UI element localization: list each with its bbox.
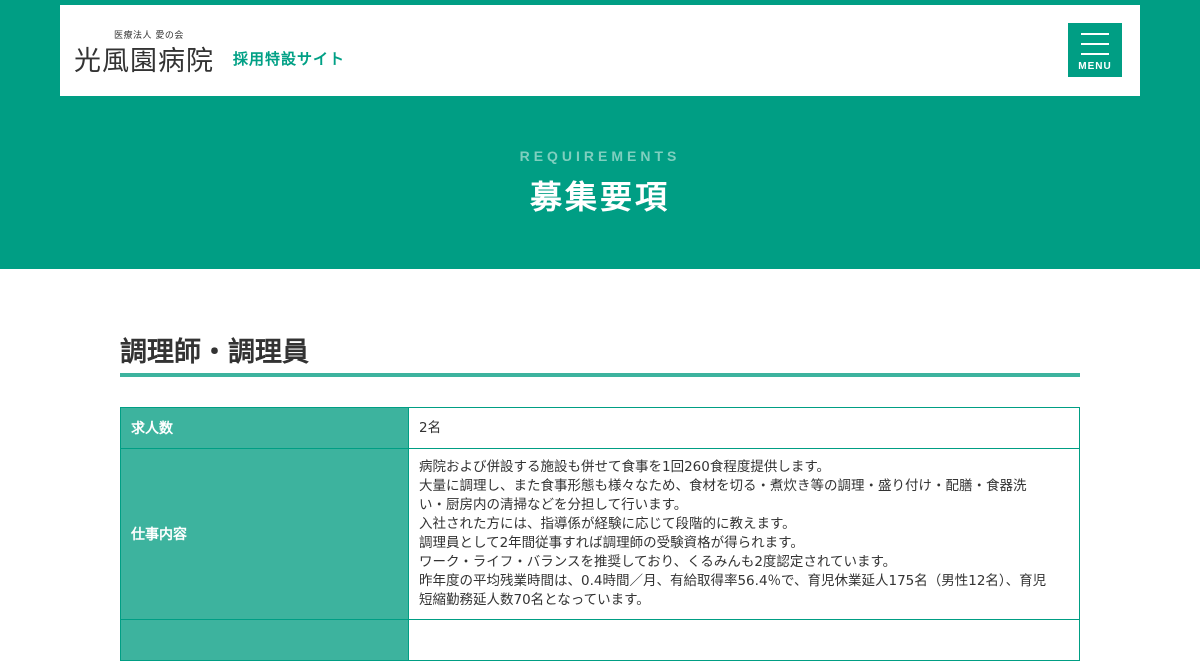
row-label-job-description: 仕事内容 bbox=[120, 448, 409, 620]
requirements-table: 求人数 2名 仕事内容 病院および併設する施設も併せて食事を1回260食程度提供… bbox=[120, 407, 1080, 661]
hamburger-icon-bar bbox=[1081, 53, 1109, 55]
row-label-openings: 求人数 bbox=[120, 407, 409, 449]
cell-line: 病院および併設する施設も併せて食事を1回260食程度提供します。 bbox=[419, 459, 831, 475]
cell-line: 昨年度の平均残業時間は、0.4時間／月、有給取得率56.4％で、育児休業延人17… bbox=[419, 573, 1047, 589]
cell-line: い・厨房内の清掃などを分担して行います。 bbox=[419, 497, 688, 513]
page-subtitle-en: REQUIREMENTS bbox=[519, 148, 681, 164]
row-value-job-description: 病院および併設する施設も併せて食事を1回260食程度提供します。 大量に調理し、… bbox=[408, 448, 1080, 620]
row-value-openings: 2名 bbox=[408, 407, 1080, 449]
cell-line: 調理員として2年間従事すれば調理師の受験資格が得られます。 bbox=[419, 535, 804, 551]
logo-hospital-name: 光風園病院 bbox=[74, 46, 214, 77]
menu-label: MENU bbox=[1078, 61, 1112, 72]
cell-line: 短縮勤務延人数70名となっています。 bbox=[419, 592, 650, 608]
cell-line: 2名 bbox=[419, 419, 442, 436]
cell-line: 大量に調理し、また食事形態も様々なため、食材を切る・煮炊き等の調理・盛り付け・配… bbox=[419, 478, 1027, 494]
hamburger-icon-bar bbox=[1081, 43, 1109, 45]
job-title-heading: 調理師・調理員 bbox=[120, 337, 309, 368]
hamburger-icon bbox=[1081, 33, 1109, 35]
cell-line: 入社された方には、指導係が経験に応じて段階的に教えます。 bbox=[419, 516, 796, 532]
heading-underline bbox=[120, 373, 1080, 377]
site-header: 医療法人 愛の会 光風園病院 採用特設サイト MENU bbox=[60, 5, 1140, 96]
table-row bbox=[120, 619, 1080, 661]
hero-banner: 医療法人 愛の会 光風園病院 採用特設サイト MENU REQUIREMENTS… bbox=[0, 0, 1200, 269]
site-logo[interactable]: 医療法人 愛の会 光風園病院 採用特設サイト bbox=[74, 27, 374, 77]
page-title: 募集要項 bbox=[529, 178, 670, 216]
menu-button[interactable]: MENU bbox=[1068, 23, 1122, 77]
table-row: 求人数 2名 bbox=[120, 407, 1080, 449]
cell-line: ワーク・ライフ・バランスを推奨しており、くるみんも2度認定されています。 bbox=[419, 554, 897, 570]
row-value-next bbox=[408, 619, 1080, 661]
table-row: 仕事内容 病院および併設する施設も併せて食事を1回260食程度提供します。 大量… bbox=[120, 448, 1080, 620]
logo-tagline: 採用特設サイト bbox=[233, 50, 346, 68]
row-label-next bbox=[120, 619, 409, 661]
